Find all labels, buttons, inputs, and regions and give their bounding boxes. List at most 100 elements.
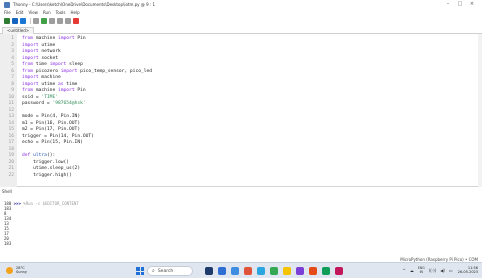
code-token: ultra (33, 153, 47, 158)
shell-command: %Run -c $EDITOR_CONTENT (20, 201, 79, 206)
support-icon[interactable] (73, 18, 79, 24)
code-token: '987654@hsk' (52, 101, 86, 106)
menu-help[interactable]: Help (70, 10, 79, 15)
search-label: Search (157, 268, 174, 274)
cloud-icon[interactable]: ☁ (410, 268, 414, 273)
stop-icon[interactable] (65, 18, 71, 24)
line-number: 8 (11, 81, 14, 87)
battery-icon[interactable]: ▭ (449, 268, 453, 273)
taskbar-app-icon[interactable] (296, 267, 304, 275)
line-number: 17 (8, 140, 14, 145)
wifi-icon[interactable]: ((·)) (429, 268, 437, 273)
new-file-icon[interactable] (4, 18, 10, 24)
editor-scrollbar[interactable] (478, 34, 482, 187)
weather-widget[interactable]: 28°C Sunny (6, 266, 27, 274)
title-bar: Thonny - C:\Users\ketch\OneDrive\Documen… (0, 0, 482, 9)
menu-edit[interactable]: Edit (16, 10, 24, 15)
code-line: 19 def ultra(): (0, 153, 482, 159)
taskbar-app-icon[interactable] (244, 267, 252, 275)
step-into-icon[interactable] (57, 18, 63, 24)
code-token: ssid = (22, 94, 42, 100)
code-token: from (22, 62, 34, 67)
taskbar-app-icon[interactable] (257, 267, 265, 275)
line-number: 11 (8, 101, 14, 106)
minimize-button[interactable]: – (442, 1, 454, 8)
line-number: 20 (8, 159, 14, 165)
thonny-app-icon (4, 1, 10, 8)
save-file-icon[interactable] (20, 18, 26, 24)
taskbar-app-icon[interactable] (218, 267, 226, 275)
sun-icon (6, 266, 13, 274)
code-line: 6 from picozero import pico_temp_sensor, … (0, 69, 482, 75)
taskbar-app-icon[interactable] (270, 267, 278, 275)
code-text: from machine import Pin (22, 88, 86, 94)
code-token: import (57, 36, 75, 41)
code-token: network (38, 49, 61, 54)
code-text: from time import sleep (22, 62, 83, 68)
code-line: 15 m2 = Pin(17, Pin.OUT) (0, 127, 482, 133)
line-number: 15 (8, 127, 14, 132)
code-text: import utime (22, 43, 55, 49)
code-token: trigger.low() (22, 159, 70, 165)
line-number: 3 (11, 49, 14, 54)
code-line: 9 from machine import Pin (0, 88, 482, 94)
code-text: trigger = Pin(14, Pin.OUT) (22, 134, 94, 140)
shell-panel[interactable]: >>> %Run -c $EDITOR_CONTENT 180 183 8 134 13… (0, 194, 482, 261)
code-line: 17 echo = Pin(15, Pin.IN) (0, 140, 482, 146)
code-text: password = '987654@hsk' (22, 101, 86, 107)
step-over-icon[interactable] (49, 18, 55, 24)
code-token: pico_temp_sensor, pico_led (77, 68, 153, 74)
debug-icon[interactable] (41, 18, 47, 24)
clock-date: 26-05-2023 (457, 270, 478, 274)
taskbar-app-icon[interactable] (205, 267, 213, 275)
code-line: 11 password = '987654@hsk' (0, 101, 482, 107)
code-text: m2 = Pin(17, Pin.OUT) (22, 127, 80, 133)
code-token: mode = Pin(4, Pin.IN) (22, 114, 81, 119)
code-line: 2 import utime (0, 43, 482, 49)
code-token: import (22, 49, 39, 54)
run-icon[interactable] (33, 18, 39, 24)
line-number: 5 (11, 62, 14, 67)
window-title: Thonny - C:\Users\ketch\OneDrive\Documen… (13, 2, 156, 7)
taskbar-app-icon[interactable] (335, 267, 343, 275)
language-indicator[interactable]: ENG IN (418, 266, 425, 274)
clock[interactable]: 11:56 26-05-2023 (458, 266, 478, 274)
code-line: 1 from machine import Pin (0, 36, 482, 42)
code-text: mode = Pin(4, Pin.IN) (22, 114, 80, 120)
menu-file[interactable]: File (4, 10, 11, 15)
code-token: utime (38, 42, 56, 48)
code-editor[interactable]: 1 from machine import Pin 2 import utime 3 im… (0, 34, 482, 187)
code-line: 4 import socket (0, 56, 482, 62)
line-number: 12 (8, 107, 14, 113)
code-text: import network (22, 49, 61, 55)
maximize-button[interactable]: □ (454, 1, 466, 8)
code-text: def ultra(): (22, 153, 55, 159)
toolbar (0, 16, 482, 26)
code-token: machine (38, 75, 61, 80)
taskbar-app-icon[interactable] (322, 267, 330, 275)
menu-tools[interactable]: Tools (56, 10, 66, 15)
code-text: trigger.low() (22, 160, 69, 166)
taskbar-app-icon[interactable] (231, 267, 239, 275)
line-number: 6 (11, 68, 14, 74)
open-file-icon[interactable] (12, 18, 18, 24)
start-icon[interactable] (136, 267, 144, 275)
menu-run[interactable]: Run (43, 10, 51, 15)
code-token: sleep (66, 62, 83, 67)
speaker-icon[interactable]: ◀) (440, 268, 445, 273)
code-token: trigger = Pin(14, Pin.OUT) (22, 133, 94, 139)
line-number: 2 (11, 42, 14, 48)
line-number: 22 (8, 172, 14, 178)
code-token: Pin (74, 88, 86, 93)
tab-untitled[interactable]: <untitled> (2, 27, 35, 34)
menu-view[interactable]: View (28, 10, 38, 15)
close-button[interactable]: × (466, 1, 478, 8)
code-line: 16 trigger = Pin(14, Pin.OUT) (0, 134, 482, 140)
code-line: 13 mode = Pin(4, Pin.IN) (0, 114, 482, 120)
chevron-up-icon[interactable]: ^ (402, 268, 405, 273)
taskbar-search[interactable]: ⌕ Search (147, 266, 193, 276)
shell-prompt: >>> (13, 201, 21, 206)
taskbar-app-icon[interactable] (309, 267, 317, 275)
taskbar-app-icon[interactable] (283, 267, 291, 275)
line-number: 9 (11, 88, 14, 93)
